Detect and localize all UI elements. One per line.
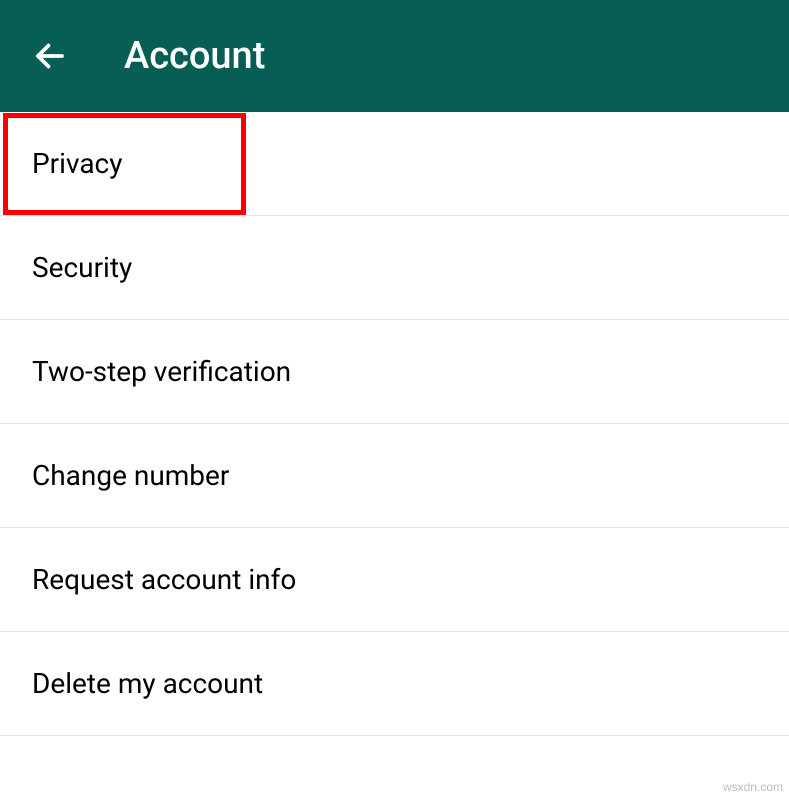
list-item-privacy[interactable]: Privacy [0, 112, 789, 216]
list-item-label: Privacy [32, 147, 122, 180]
list-item-request-account-info[interactable]: Request account info [0, 528, 789, 632]
list-item-label: Two-step verification [32, 355, 291, 388]
list-item-label: Change number [32, 459, 229, 492]
list-item-two-step-verification[interactable]: Two-step verification [0, 320, 789, 424]
page-title: Account [124, 34, 265, 78]
app-header: Account [0, 0, 789, 112]
back-arrow-icon[interactable] [32, 38, 68, 74]
list-item-label: Request account info [32, 563, 296, 596]
list-item-label: Delete my account [32, 667, 263, 700]
watermark-text: wsxdn.com [723, 780, 783, 794]
list-item-delete-my-account[interactable]: Delete my account [0, 632, 789, 736]
settings-list: Privacy Security Two-step verification C… [0, 112, 789, 736]
list-item-change-number[interactable]: Change number [0, 424, 789, 528]
list-item-label: Security [32, 251, 132, 284]
list-item-security[interactable]: Security [0, 216, 789, 320]
